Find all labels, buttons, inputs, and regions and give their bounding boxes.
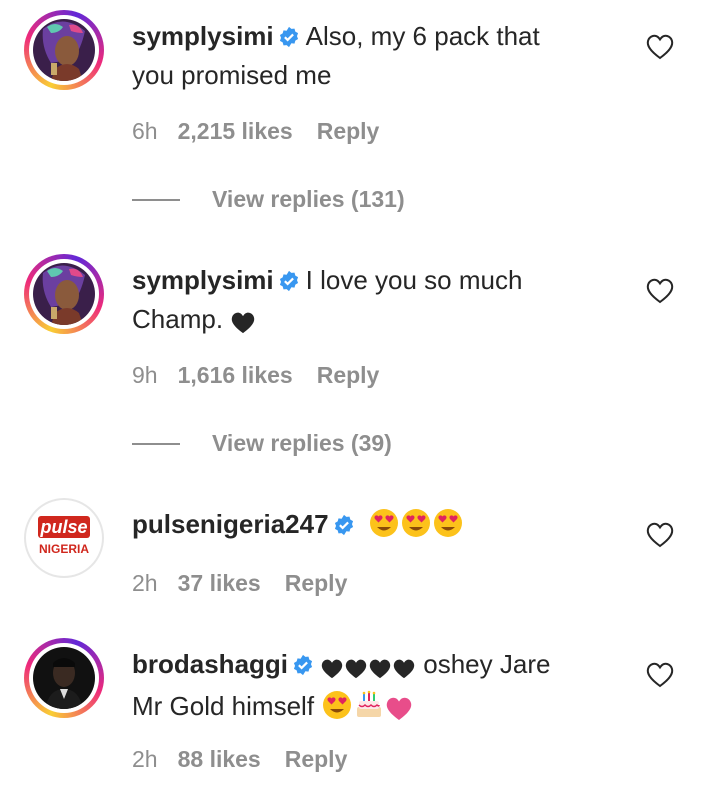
timestamp: 2h	[132, 746, 158, 772]
black-heart-icon	[368, 652, 392, 688]
heart-eyes-emoji-icon	[368, 507, 400, 548]
comment-text-line1: I love you so much	[305, 265, 523, 295]
heart-eyes-emoji-icon	[321, 689, 353, 730]
black-heart-icon	[344, 652, 368, 688]
heart-icon[interactable]	[646, 278, 674, 304]
reply-button[interactable]: Reply	[285, 570, 348, 597]
heart-icon[interactable]	[646, 662, 674, 688]
birthday-cake-icon	[353, 689, 385, 730]
heart-icon[interactable]	[646, 34, 674, 60]
comment-meta: 2h 88 likes Reply	[132, 746, 347, 773]
woman-portrait-avatar-icon	[33, 19, 95, 81]
comment-meta: 6h 2,215 likes Reply	[132, 118, 379, 145]
heart-eyes-emoji-icon	[432, 507, 464, 548]
view-replies-label: View replies (131)	[212, 186, 405, 212]
reply-button[interactable]: Reply	[317, 118, 380, 145]
username-link[interactable]: brodashaggi	[132, 649, 288, 679]
timestamp: 6h	[132, 118, 158, 144]
black-heart-icon	[320, 652, 344, 688]
timestamp: 9h	[132, 362, 158, 388]
man-portrait-avatar-icon	[33, 647, 95, 709]
username-link[interactable]: symplysimi	[132, 265, 274, 295]
avatar[interactable]	[24, 638, 104, 718]
view-replies-label: View replies (39)	[212, 430, 392, 456]
black-heart-icon	[230, 307, 256, 343]
pulse-nigeria-logo-icon: pulse NIGERIA	[28, 502, 100, 574]
divider-line	[132, 442, 180, 445]
likes-count[interactable]: 88 likes	[178, 746, 261, 773]
comment-body: symplysimi I love you so much Champ.	[132, 262, 602, 343]
nigeria-logo-text: NIGERIA	[38, 542, 89, 556]
comment-text-line1: oshey Jare	[423, 649, 551, 679]
comment-text-line2: Mr Gold himself	[132, 691, 315, 721]
likes-count[interactable]: 37 likes	[178, 570, 261, 597]
avatar[interactable]: pulse NIGERIA	[24, 498, 104, 578]
timestamp: 2h	[132, 570, 158, 596]
heart-icon[interactable]	[646, 522, 674, 548]
reply-button[interactable]: Reply	[317, 362, 380, 389]
username-link[interactable]: symplysimi	[132, 21, 274, 51]
reply-button[interactable]: Reply	[285, 746, 348, 773]
verified-badge-icon	[278, 21, 300, 57]
woman-portrait-avatar-icon	[33, 263, 95, 325]
view-replies-button[interactable]: View replies (39)	[132, 430, 392, 457]
avatar[interactable]	[24, 10, 104, 90]
pink-heart-icon	[385, 694, 413, 730]
verified-badge-icon	[333, 509, 355, 545]
comment-body: pulsenigeria247	[132, 506, 602, 548]
comment-meta: 9h 1,616 likes Reply	[132, 362, 379, 389]
pulse-logo-text: pulse	[38, 516, 90, 538]
divider-line	[132, 198, 180, 201]
comment-text-line1: Also, my 6 pack that	[305, 21, 540, 51]
verified-badge-icon	[278, 265, 300, 301]
likes-count[interactable]: 2,215 likes	[178, 118, 293, 145]
comment-text-line2: you promised me	[132, 60, 332, 90]
likes-count[interactable]: 1,616 likes	[178, 362, 293, 389]
heart-eyes-emoji-icon	[400, 507, 432, 548]
avatar[interactable]	[24, 254, 104, 334]
comment-meta: 2h 37 likes Reply	[132, 570, 347, 597]
comment-body: symplysimi Also, my 6 pack that you promi…	[132, 18, 602, 93]
black-heart-icon	[392, 652, 416, 688]
username-link[interactable]: pulsenigeria247	[132, 509, 329, 539]
comment-body: brodashaggi oshey Jare Mr Gold himself	[132, 646, 602, 730]
comment-text-line2: Champ.	[132, 304, 224, 334]
verified-badge-icon	[292, 649, 314, 685]
view-replies-button[interactable]: View replies (131)	[132, 186, 405, 213]
